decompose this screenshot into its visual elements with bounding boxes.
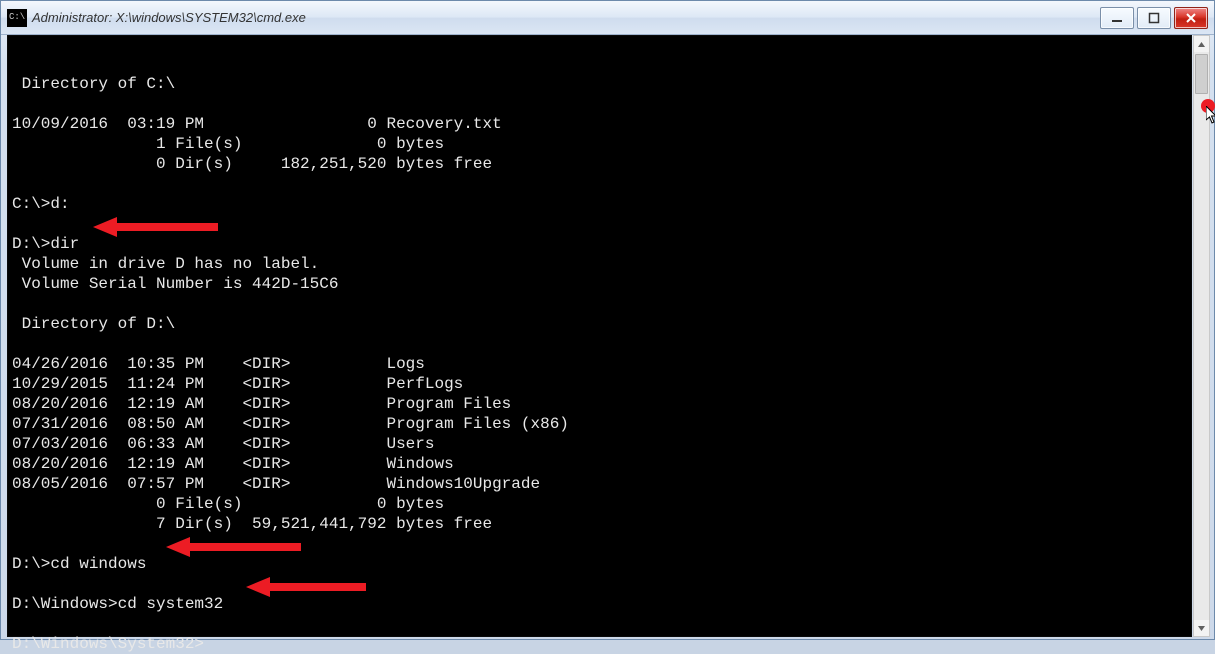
maximize-button[interactable] xyxy=(1137,7,1171,29)
chevron-up-icon xyxy=(1197,40,1206,49)
window-controls xyxy=(1100,7,1208,29)
minimize-icon xyxy=(1111,12,1123,24)
scroll-up-button[interactable] xyxy=(1194,36,1209,52)
titlebar[interactable]: C:\ Administrator: X:\windows\SYSTEM32\c… xyxy=(1,1,1214,35)
maximize-icon xyxy=(1148,12,1160,24)
close-button[interactable] xyxy=(1174,7,1208,29)
chevron-down-icon xyxy=(1197,624,1206,633)
cmd-window: C:\ Administrator: X:\windows\SYSTEM32\c… xyxy=(0,0,1215,640)
vertical-scrollbar[interactable] xyxy=(1193,35,1210,637)
terminal-output: Directory of C:\ 10/09/2016 03:19 PM 0 R… xyxy=(8,52,1191,620)
cmd-icon: C:\ xyxy=(7,9,27,27)
terminal-client-area[interactable]: Directory of C:\ 10/09/2016 03:19 PM 0 R… xyxy=(7,35,1192,637)
scrollbar-track[interactable] xyxy=(1194,52,1209,620)
window-title: Administrator: X:\windows\SYSTEM32\cmd.e… xyxy=(32,10,1100,25)
scroll-down-button[interactable] xyxy=(1194,620,1209,636)
cmd-icon-text: C:\ xyxy=(8,13,25,22)
annotation-dot xyxy=(1201,99,1215,113)
minimize-button[interactable] xyxy=(1100,7,1134,29)
close-icon xyxy=(1185,12,1197,24)
scrollbar-thumb[interactable] xyxy=(1195,54,1208,94)
